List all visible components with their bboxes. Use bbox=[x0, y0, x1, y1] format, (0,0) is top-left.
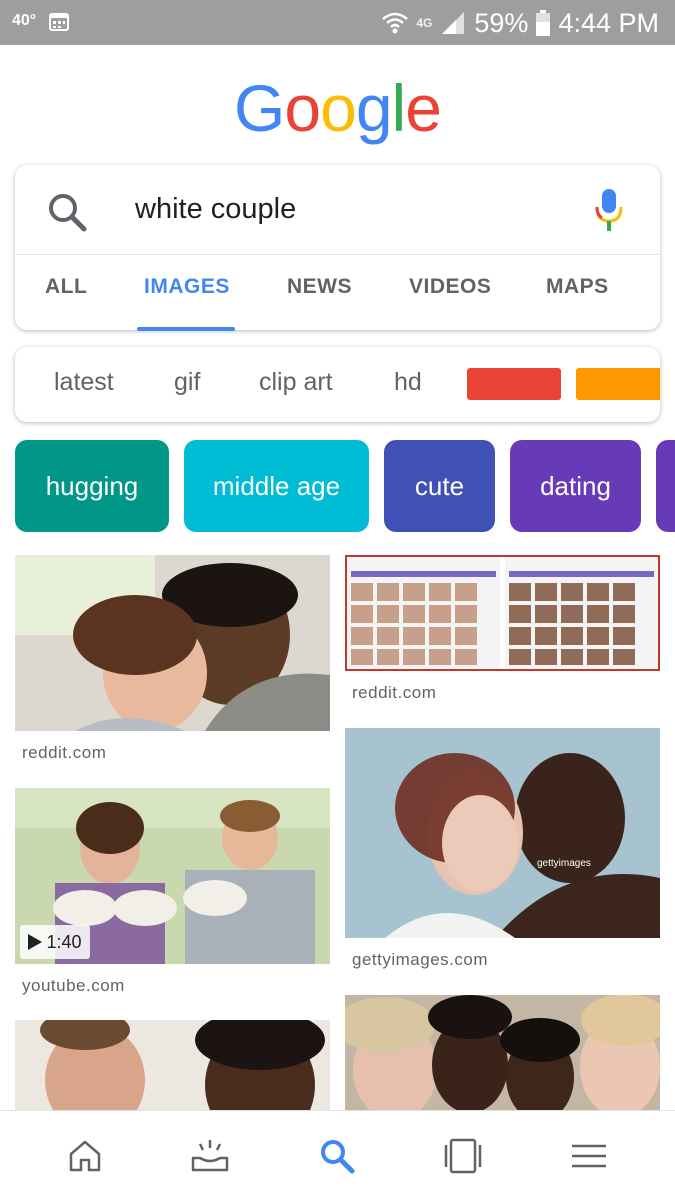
battery-percent: 59% bbox=[474, 7, 529, 38]
search-card: white couple ALL IMAGES NEWS VIDEOS MAPS bbox=[15, 165, 660, 331]
tab-news[interactable]: NEWS bbox=[287, 275, 352, 299]
logo-letter: G bbox=[234, 71, 285, 145]
search-icon[interactable] bbox=[317, 1136, 357, 1176]
signal-icon bbox=[442, 12, 465, 34]
active-tab-indicator bbox=[137, 327, 235, 331]
logo-letter: o bbox=[284, 71, 321, 145]
tab-videos[interactable]: VIDEOS bbox=[409, 275, 491, 299]
result-image[interactable] bbox=[345, 995, 660, 1110]
result-source[interactable]: reddit.com bbox=[22, 743, 106, 763]
group-photo bbox=[345, 995, 660, 1110]
search-input[interactable]: white couple bbox=[135, 193, 296, 226]
search-icon[interactable] bbox=[45, 190, 89, 234]
chip-latest[interactable]: latest bbox=[54, 368, 114, 397]
search-tabs: ALL IMAGES NEWS VIDEOS MAPS bbox=[15, 255, 660, 331]
tab-images[interactable]: IMAGES bbox=[144, 275, 230, 299]
result-image[interactable]: gettyimages bbox=[345, 728, 660, 938]
tab-all[interactable]: ALL bbox=[45, 275, 87, 299]
result-image[interactable]: 1:40 bbox=[15, 788, 330, 964]
tabs-icon[interactable] bbox=[443, 1136, 483, 1176]
color-filter-red[interactable] bbox=[467, 368, 561, 400]
home-icon[interactable] bbox=[65, 1136, 105, 1176]
temperature: 40° bbox=[12, 12, 37, 29]
play-icon bbox=[28, 934, 43, 950]
result-image[interactable] bbox=[15, 555, 330, 731]
watermark: gettyimages bbox=[537, 858, 591, 869]
related-cute[interactable]: cute bbox=[384, 440, 495, 532]
related-more[interactable] bbox=[656, 440, 675, 532]
microphone-icon[interactable] bbox=[593, 187, 625, 235]
related-hugging[interactable]: hugging bbox=[15, 440, 169, 532]
battery-icon bbox=[536, 10, 551, 36]
couple-photo bbox=[345, 728, 660, 938]
wifi-icon bbox=[382, 12, 409, 34]
logo-letter: l bbox=[391, 71, 407, 145]
logo-letter: g bbox=[355, 71, 393, 145]
google-logo[interactable]: Google bbox=[0, 70, 675, 146]
couple-photo bbox=[15, 1020, 330, 1110]
tab-maps[interactable]: MAPS bbox=[546, 275, 609, 299]
related-label: cute bbox=[414, 470, 465, 501]
result-source[interactable]: reddit.com bbox=[352, 683, 436, 703]
calendar-icon bbox=[49, 13, 69, 31]
related-label: hugging bbox=[45, 470, 139, 501]
chip-clip-art[interactable]: clip art bbox=[259, 368, 333, 397]
video-duration-badge: 1:40 bbox=[20, 925, 90, 959]
status-bar: 40° 4G 59% 4:44 PM bbox=[0, 0, 675, 45]
logo-letter: e bbox=[405, 71, 442, 145]
logo-letter: o bbox=[320, 71, 357, 145]
related-dating[interactable]: dating bbox=[510, 440, 641, 532]
menu-icon[interactable] bbox=[569, 1136, 609, 1176]
video-duration: 1:40 bbox=[46, 931, 82, 952]
updates-icon[interactable] bbox=[190, 1136, 230, 1176]
result-image[interactable] bbox=[345, 555, 660, 671]
couple-photo bbox=[15, 555, 330, 731]
screenshot-collage bbox=[347, 557, 658, 669]
result-source[interactable]: gettyimages.com bbox=[352, 950, 488, 970]
chip-hd[interactable]: hd bbox=[394, 368, 422, 397]
color-filter-orange[interactable] bbox=[576, 368, 660, 400]
bottom-navigation bbox=[0, 1110, 675, 1201]
clock: 4:44 PM bbox=[558, 7, 659, 38]
network-type: 4G bbox=[416, 16, 433, 30]
result-source[interactable]: youtube.com bbox=[22, 976, 125, 996]
related-middle-age[interactable]: middle age bbox=[184, 440, 369, 532]
related-label: dating bbox=[540, 470, 611, 501]
related-label: middle age bbox=[212, 470, 341, 501]
suggestion-chips: latest gif clip art hd bbox=[15, 347, 660, 422]
result-image[interactable] bbox=[15, 1020, 330, 1110]
chip-gif[interactable]: gif bbox=[174, 368, 200, 397]
